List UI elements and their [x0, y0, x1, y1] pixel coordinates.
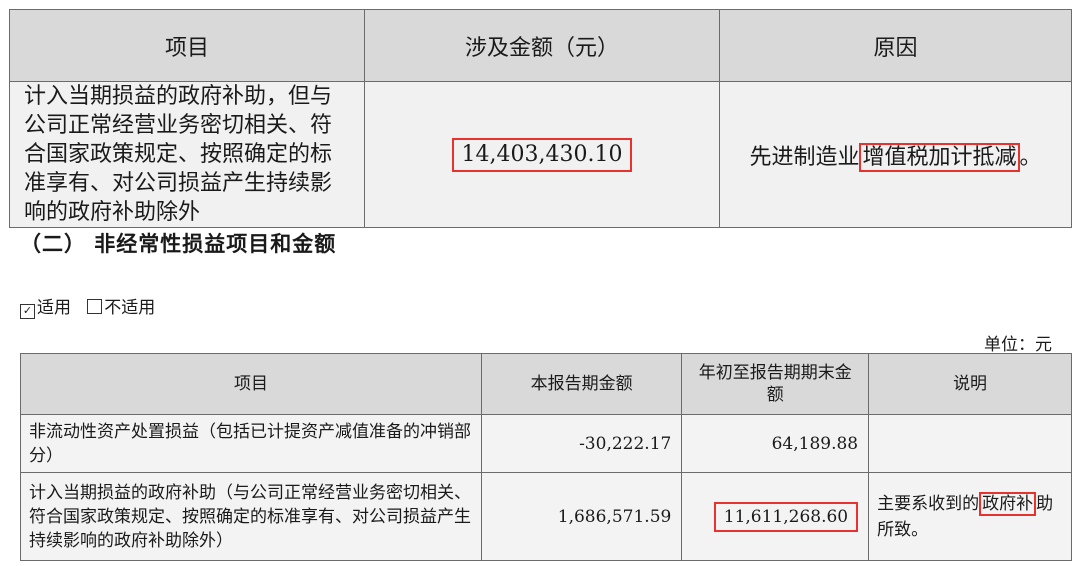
row-item: 非流动性资产处置损益（包括已计提资产减值准备的冲销部分）: [20, 414, 482, 473]
table-row: 非流动性资产处置损益（包括已计提资产减值准备的冲销部分） -30,222.17 …: [20, 414, 1072, 473]
non-recurring-items-table: 项目 本报告期金额 年初至报告期期末金额 说明 非流动性资产处置损益（包括已计提…: [20, 353, 1072, 561]
government-subsidy-table: 项目 涉及金额（元） 原因 计入当期损益的政府补助，但与公司正常经营业务密切相关…: [9, 9, 1072, 228]
note-text-pre: 主要系收到的: [877, 493, 980, 514]
unit-label: 单位：元: [984, 335, 1052, 355]
subsidy-amount-cell: 14,403,430.10: [364, 81, 720, 228]
header-note: 说明: [868, 353, 1072, 415]
row-note: [868, 414, 1072, 473]
not-applicable-label: 不适用: [104, 298, 156, 318]
highlighted-amount: 14,403,430.10: [451, 137, 633, 172]
row-item: 计入当期损益的政府补助（与公司正常经营业务密切相关、符合国家政策规定、按照确定的…: [20, 472, 482, 561]
reason-text-post: 。: [1019, 144, 1042, 170]
applicability-options: ✓ 适用 不适用: [20, 293, 155, 319]
table-header-row: 项目 本报告期金额 年初至报告期期末金额 说明: [20, 353, 1072, 415]
table-header-row: 项目 涉及金额（元） 原因: [9, 9, 1072, 82]
header-current-period: 本报告期金额: [480, 353, 683, 415]
header-year-to-date: 年初至报告期期末金额: [681, 353, 870, 415]
row-current: 1,686,571.59: [480, 472, 683, 561]
highlighted-reason: 增值税加计抵减: [859, 142, 1020, 172]
row-ytd: 64,189.88: [681, 414, 870, 473]
highlighted-note: 政府补: [979, 491, 1037, 516]
highlighted-ytd-amount: 11,611,268.60: [713, 501, 859, 532]
row-note: 主要系收到的 政府补 助所致。: [868, 472, 1072, 561]
applicable-label: 适用: [37, 298, 71, 318]
row-current: -30,222.17: [480, 414, 683, 473]
table-row: 计入当期损益的政府补助（与公司正常经营业务密切相关、符合国家政策规定、按照确定的…: [20, 472, 1072, 561]
checked-checkbox-icon[interactable]: ✓: [20, 304, 35, 319]
header-amount: 涉及金额（元）: [364, 9, 720, 82]
header-item: 项目: [20, 353, 482, 415]
header-ytd-text: 年初至报告期期末金额: [698, 363, 852, 405]
section-title: （二） 非经常性损益项目和金额: [20, 232, 337, 256]
reason-text-pre: 先进制造业: [749, 144, 860, 170]
row-ytd: 11,611,268.60: [681, 472, 870, 561]
table-row: 计入当期损益的政府补助，但与公司正常经营业务密切相关、符合国家政策规定、按照确定…: [9, 81, 1072, 228]
header-item: 项目: [9, 9, 365, 82]
unchecked-checkbox-icon[interactable]: [87, 299, 103, 314]
header-reason: 原因: [719, 9, 1072, 82]
subsidy-reason-cell: 先进制造业 增值税加计抵减。: [719, 81, 1072, 228]
subsidy-item-cell: 计入当期损益的政府补助，但与公司正常经营业务密切相关、符合国家政策规定、按照确定…: [9, 81, 365, 228]
